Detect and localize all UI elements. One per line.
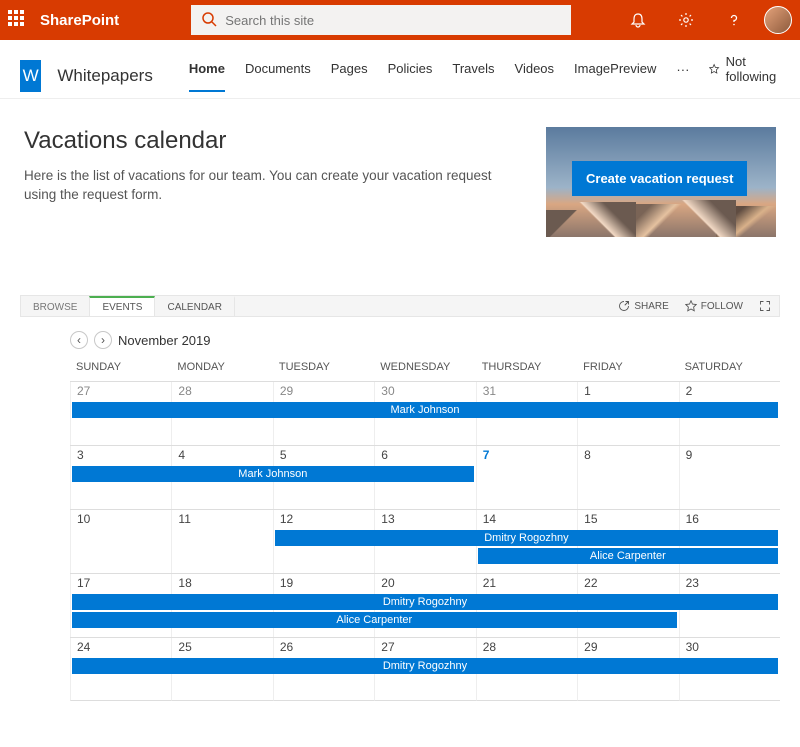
calendar-day-header: FRIDAY: [577, 355, 678, 379]
calendar-day-header: THURSDAY: [476, 355, 577, 379]
calendar-week-row: 10111213141516Dmitry RogozhnyAlice Carpe…: [70, 509, 780, 573]
nav-item-travels[interactable]: Travels: [452, 61, 494, 92]
calendar-event[interactable]: Mark Johnson: [72, 466, 474, 482]
page-title: Vacations calendar: [24, 127, 530, 155]
app-name: SharePoint: [40, 12, 119, 29]
app-launcher-icon[interactable]: [8, 10, 28, 30]
calendar-event[interactable]: Dmitry Rogozhny: [72, 594, 778, 610]
share-icon: [618, 300, 630, 312]
calendar-day-cell[interactable]: 8: [577, 446, 678, 509]
search-icon: [201, 11, 217, 30]
calendar-grid: SUNDAYMONDAYTUESDAYWEDNESDAYTHURSDAYFRID…: [70, 355, 780, 701]
search-input[interactable]: [225, 13, 561, 28]
site-nav: Home Documents Pages Policies Travels Vi…: [189, 54, 780, 98]
calendar-day-cell[interactable]: 11: [171, 510, 272, 573]
site-logo[interactable]: W: [20, 60, 41, 92]
calendar-week-row: 3456789Mark Johnson: [70, 445, 780, 509]
calendar-event[interactable]: Dmitry Rogozhny: [72, 658, 778, 674]
calendar-event[interactable]: Mark Johnson: [72, 402, 778, 418]
app-bar: SharePoint: [0, 0, 800, 40]
nav-item-pages[interactable]: Pages: [331, 61, 368, 92]
star-icon: [685, 300, 697, 312]
search-box[interactable]: [191, 5, 571, 35]
calendar-day-cell[interactable]: 7: [476, 446, 577, 509]
calendar-week-row: 24252627282930Dmitry Rogozhny: [70, 637, 780, 701]
calendar-day-cell[interactable]: 10: [70, 510, 171, 573]
calendar-header-row: SUNDAYMONDAYTUESDAYWEDNESDAYTHURSDAYFRID…: [70, 355, 780, 379]
calendar-event[interactable]: Alice Carpenter: [478, 548, 778, 564]
ribbon-tab-events[interactable]: EVENTS: [89, 296, 155, 316]
ribbon-tab-browse[interactable]: BROWSE: [21, 296, 89, 316]
nav-item-home[interactable]: Home: [189, 61, 225, 92]
nav-item-policies[interactable]: Policies: [388, 61, 433, 92]
site-title[interactable]: Whitepapers: [57, 66, 152, 86]
nav-item-videos[interactable]: Videos: [515, 61, 555, 92]
current-month-label: November 2019: [118, 333, 211, 348]
next-month-button[interactable]: ›: [94, 331, 112, 349]
calendar-week-row: 272829303112Mark Johnson: [70, 381, 780, 445]
calendar-day-header: MONDAY: [171, 355, 272, 379]
fullscreen-button[interactable]: [751, 296, 779, 316]
notifications-icon[interactable]: [620, 12, 656, 28]
follow-label: Not following: [726, 54, 780, 84]
calendar-event[interactable]: Alice Carpenter: [72, 612, 677, 628]
follow-list-button[interactable]: FOLLOW: [677, 296, 751, 316]
star-icon: [709, 62, 719, 76]
calendar-day-cell[interactable]: 9: [679, 446, 780, 509]
list-ribbon: BROWSE EVENTS CALENDAR SHARE FOLLOW: [20, 295, 780, 317]
calendar-day-header: SUNDAY: [70, 355, 171, 379]
share-button[interactable]: SHARE: [610, 296, 676, 316]
calendar-day-header: TUESDAY: [273, 355, 374, 379]
nav-item-imagepreview[interactable]: ImagePreview: [574, 61, 656, 92]
nav-item-documents[interactable]: Documents: [245, 61, 311, 92]
settings-gear-icon[interactable]: [668, 12, 704, 28]
expand-icon: [759, 300, 771, 312]
calendar-event[interactable]: Dmitry Rogozhny: [275, 530, 778, 546]
calendar-day-header: SATURDAY: [679, 355, 780, 379]
help-icon[interactable]: [716, 12, 752, 28]
hero-section: Vacations calendar Here is the list of v…: [0, 99, 800, 245]
site-header: W Whitepapers Home Documents Pages Polic…: [0, 40, 800, 99]
hero-image: Create vacation request: [546, 127, 776, 237]
prev-month-button[interactable]: ‹: [70, 331, 88, 349]
nav-more-button[interactable]: ···: [676, 62, 689, 91]
ribbon-tab-calendar[interactable]: CALENDAR: [155, 296, 234, 316]
follow-toggle[interactable]: Not following: [709, 54, 780, 98]
user-avatar[interactable]: [764, 6, 792, 34]
calendar-week-row: 17181920212223Dmitry RogozhnyAlice Carpe…: [70, 573, 780, 637]
page-description: Here is the list of vacations for our te…: [24, 167, 524, 205]
calendar-day-header: WEDNESDAY: [374, 355, 475, 379]
calendar-body: 272829303112Mark Johnson3456789Mark John…: [70, 381, 780, 701]
create-vacation-request-button[interactable]: Create vacation request: [572, 161, 747, 196]
month-navigation: ‹ › November 2019: [70, 331, 800, 349]
